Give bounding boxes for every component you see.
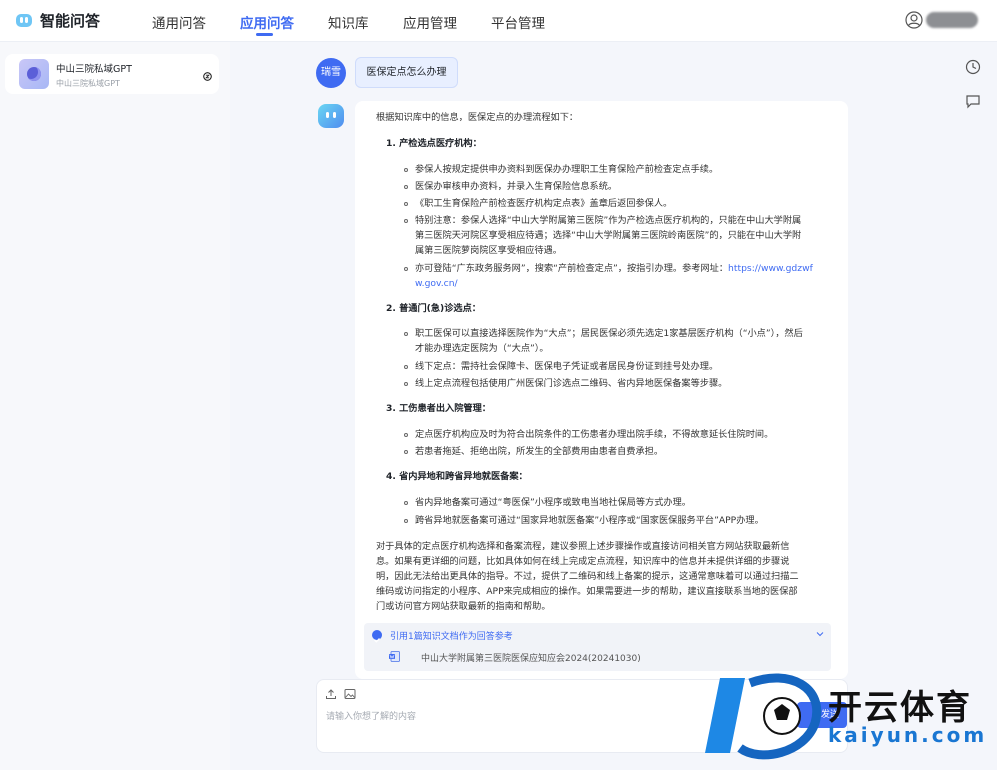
section-heading: 1. 产检选点医疗机构： (386, 138, 482, 149)
list-item: 省内异地备案可通过“粤医保”小程序或致电当地社保局等方式办理。 (415, 497, 691, 508)
app-title: 智能问答 (40, 12, 101, 30)
top-bar: 智能问答 通用问答 应用问答 知识库 应用管理 平台管理 (0, 0, 997, 42)
check-circle-icon (372, 630, 382, 643)
sidebar-chat-item[interactable]: 中山三院私域GPT 中山三院私域GPT (5, 54, 219, 94)
chevron-down-icon[interactable] (816, 631, 824, 637)
chat-item-action-icon[interactable] (203, 72, 212, 81)
reference-document-link[interactable]: 中山大学附属第三医院医保应知应会2024(20241030) (421, 651, 641, 664)
list-item-cont: 才能办理选定医院为（“大点”）。 (415, 343, 549, 354)
section-heading: 2. 普通门(急)诊选点： (386, 303, 481, 314)
watermark-url: kaiyun.com (828, 723, 988, 747)
list-item: 跨省异地就医备案可通过“国家异地就医备案”小程序或“国家医保服务平台”APP办理… (415, 515, 764, 526)
answer-conclusion: 门或访问官方网站获取最新的指南和帮助。 (376, 601, 551, 612)
section-heading: 3. 工伤患者出入院管理： (386, 403, 491, 414)
user-avatar: 瑞雪 (316, 58, 346, 88)
reference-link-cont[interactable]: w.gov.cn/ (415, 278, 458, 290)
app-avatar (19, 59, 49, 89)
word-doc-icon (389, 651, 400, 662)
answer-conclusion: 明，因此无法给出更具体的指导。不过，提供了二维码和线上备案的提示，这通常意味着可… (376, 571, 799, 582)
list-item: 医保办审核申办资料，并录入生育保险信息系统。 (415, 181, 618, 192)
new-chat-icon[interactable] (965, 93, 981, 109)
section-heading: 4. 省内异地和跨省异地就医备案： (386, 471, 528, 482)
user-avatar-icon[interactable] (905, 11, 923, 29)
list-item: 若患者拖延、拒绝出院，所发生的全部费用由患者自费承担。 (415, 446, 664, 457)
watermark-logo: 开云体育 kaiyun.com (700, 668, 997, 770)
reference-panel[interactable]: 引用1篇知识文档作为回答参考 中山大学附属第三医院医保应知应会2024(2024… (364, 623, 831, 671)
list-item: 线下定点：需持社会保障卡、医保电子凭证或者居民身份证到挂号处办理。 (415, 361, 719, 372)
chat-input-placeholder[interactable]: 请输入你想了解的内容 (326, 709, 416, 722)
active-tab-indicator (256, 33, 273, 36)
answer-conclusion: 对于具体的定点医疗机构选择和备案流程，建议参照上述步骤操作或直接访问相关官方网站… (376, 541, 790, 552)
bot-answer: 根据知识库中的信息，医保定点的办理流程如下： 1. 产检选点医疗机构： 参保人按… (355, 101, 848, 679)
nav-app-qa[interactable]: 应用问答 (240, 12, 294, 32)
list-item: 线上定点流程包括使用广州医保门诊选点二维码、省内异地医保备案等步骤。 (415, 378, 728, 389)
sidebar: 中山三院私域GPT 中山三院私域GPT (0, 42, 230, 770)
list-item: 亦可登陆“广东政务服务网”，搜索“产前检查定点”，按指引办理。参考网址：http… (415, 263, 813, 274)
watermark-text: 开云体育 (828, 688, 972, 728)
app-logo-icon (16, 14, 32, 27)
watermark-emblem-icon (705, 673, 822, 760)
list-item: 参保人按规定提供申办资料到医保办办理职工生育保险产前检查定点手续。 (415, 164, 719, 175)
answer-conclusion: 息。如果有更详细的问题，比如具体如何在线上完成定点流程，知识库中的信息并未提供详… (376, 556, 790, 567)
answer-intro: 根据知识库中的信息，医保定点的办理流程如下： (376, 112, 579, 123)
list-item-cont: 属第三医院萝岗院区享受相应待遇。 (415, 245, 562, 256)
chat-item-title: 中山三院私域GPT (56, 64, 132, 75)
list-item: 特别注意：参保人选择“中山大学附属第三医院”作为产检选点医疗机构的，只能在中山大… (415, 215, 802, 226)
image-icon[interactable] (344, 688, 356, 700)
nav-general-qa[interactable]: 通用问答 (152, 12, 206, 32)
chat-item-subtitle: 中山三院私域GPT (56, 79, 120, 88)
nav-platform-management[interactable]: 平台管理 (491, 12, 545, 32)
answer-conclusion: 维码或访问指定的小程序、APP来完成相应的操作。如果需要进一步的帮助，建议直接联… (376, 586, 798, 597)
history-icon[interactable] (965, 59, 981, 75)
upload-icon[interactable] (325, 688, 337, 700)
list-item: 职工医保可以直接选择医院作为“大点”；居民医保必须先选定1家基层医疗机构（“小点… (415, 328, 803, 339)
nav-app-management[interactable]: 应用管理 (403, 12, 457, 32)
list-item: 《职工生育保险产前检查医疗机构定点表》盖章后返回参保人。 (415, 198, 673, 209)
reference-title: 引用1篇知识文档作为回答参考 (390, 632, 513, 642)
user-name-blurred[interactable] (926, 12, 978, 28)
list-item: 定点医疗机构应及时为符合出院条件的工伤患者办理出院手续，不得故意延长住院时间。 (415, 429, 774, 440)
nav-knowledge-base[interactable]: 知识库 (328, 12, 369, 32)
list-item-cont: 第三医院天河院区享受相应待遇；选择“中山大学附属第三医院岭南医院”的，只能在中山… (415, 230, 802, 241)
user-message: 医保定点怎么办理 (355, 57, 458, 88)
bot-avatar (318, 104, 344, 128)
reference-link[interactable]: https://www.gdzwf (728, 263, 813, 274)
